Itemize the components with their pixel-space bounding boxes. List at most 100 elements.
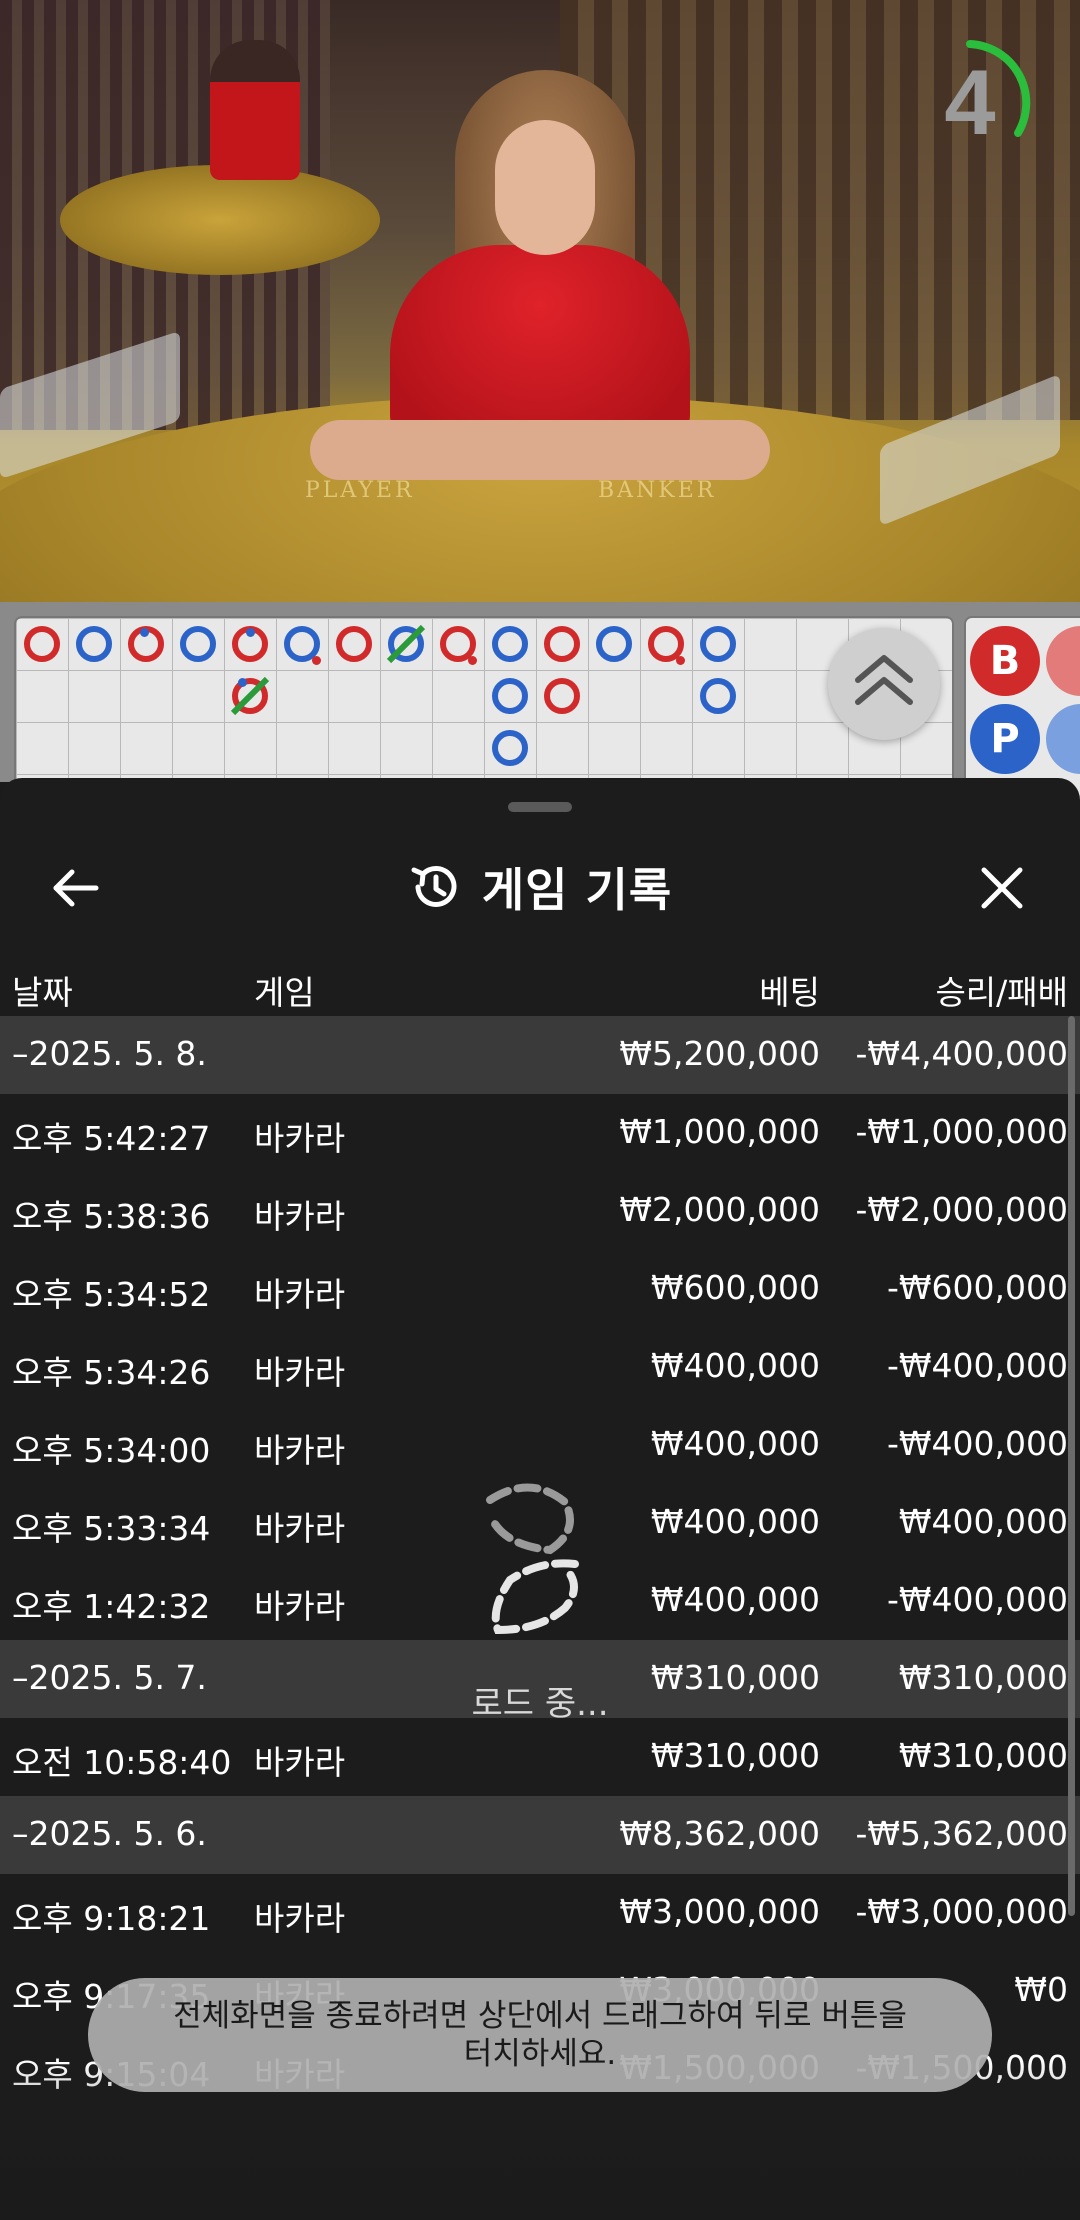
row-game: 바카라 bbox=[254, 1899, 346, 1938]
table-label-banker: BANKER bbox=[598, 478, 717, 503]
row-bet: ₩310,000 bbox=[650, 1736, 820, 1775]
row-result: -₩2,000,000 bbox=[855, 1190, 1069, 1229]
row-time: 오후 1:42:32 bbox=[12, 1587, 211, 1626]
row-result: -₩400,000 bbox=[886, 1580, 1068, 1619]
row-bet: ₩3,000,000 bbox=[619, 1892, 820, 1931]
dealer-body bbox=[390, 245, 690, 445]
road-player-mark bbox=[180, 626, 216, 662]
road-banker-mark bbox=[336, 626, 372, 662]
row-time: 오후 5:34:52 bbox=[12, 1275, 211, 1314]
live-video-stream: PLAYER BANKER 4 bbox=[0, 0, 1080, 602]
road-player-mark bbox=[76, 626, 112, 662]
row-bet: ₩310,000 bbox=[650, 1658, 820, 1697]
row-result: ₩310,000 bbox=[898, 1658, 1068, 1697]
row-result: -₩400,000 bbox=[886, 1424, 1068, 1463]
table-header: 날짜 게임 베팅 승리/패배 bbox=[0, 952, 1080, 1020]
row-result: -₩400,000 bbox=[886, 1346, 1068, 1385]
background-table bbox=[60, 165, 380, 275]
toast-line-1: 전체화면을 종료하려면 상단에서 드래그하여 뒤로 버튼을 bbox=[173, 1998, 907, 2034]
pair-dot bbox=[238, 678, 247, 687]
row-bet: ₩1,000,000 bbox=[619, 1112, 820, 1151]
row-result: -₩1,000,000 bbox=[855, 1112, 1069, 1151]
road-banker-mark bbox=[544, 626, 580, 662]
player-badge: P bbox=[970, 704, 1040, 774]
player-badge-faded bbox=[1046, 704, 1080, 774]
row-time: 오후 5:34:26 bbox=[12, 1353, 211, 1392]
history-row[interactable]: 오후 5:34:52 바카라 ₩600,000 -₩600,000 bbox=[0, 1250, 1080, 1328]
row-bet: ₩600,000 bbox=[650, 1268, 820, 1307]
road-player-mark bbox=[700, 678, 736, 714]
table-label-player: PLAYER bbox=[305, 478, 415, 503]
column-date: 날짜 bbox=[12, 973, 73, 1012]
pair-dot bbox=[312, 656, 321, 665]
row-game: 바카라 bbox=[254, 1275, 346, 1314]
row-bet: ₩400,000 bbox=[650, 1346, 820, 1385]
loading-spinner bbox=[470, 1480, 600, 1640]
column-bet: 베팅 bbox=[759, 973, 820, 1012]
road-player-mark bbox=[596, 626, 632, 662]
back-button[interactable] bbox=[48, 860, 104, 916]
countdown-number: 4 bbox=[944, 52, 996, 154]
pair-dot bbox=[676, 656, 685, 665]
arrow-left-icon bbox=[53, 869, 99, 907]
pair-dot bbox=[246, 628, 255, 637]
history-row[interactable]: 오후 5:38:36 바카라 ₩2,000,000 -₩2,000,000 bbox=[0, 1172, 1080, 1250]
banker-badge-faded bbox=[1046, 626, 1080, 696]
toast-line-2: 터치하세요. bbox=[463, 2036, 617, 2072]
sheet-header: 게임 기록 bbox=[0, 822, 1080, 952]
column-game: 게임 bbox=[254, 973, 315, 1012]
road-player-mark bbox=[700, 626, 736, 662]
row-result: -₩600,000 bbox=[886, 1268, 1068, 1307]
sheet-drag-handle[interactable] bbox=[508, 802, 572, 812]
road-player-mark bbox=[492, 730, 528, 766]
row-time: 오후 5:33:34 bbox=[12, 1509, 211, 1548]
close-button[interactable] bbox=[974, 860, 1030, 916]
row-game: 바카라 bbox=[254, 1509, 346, 1548]
row-bet: ₩2,000,000 bbox=[619, 1190, 820, 1229]
history-row[interactable]: 오후 5:34:26 바카라 ₩400,000 -₩400,000 bbox=[0, 1328, 1080, 1406]
column-result: 승리/패배 bbox=[935, 973, 1068, 1012]
dealer-arms bbox=[310, 420, 770, 480]
row-result: ₩0 bbox=[1014, 1970, 1068, 2009]
row-game: 바카라 bbox=[254, 1119, 346, 1158]
row-time: 오후 5:38:36 bbox=[12, 1197, 211, 1236]
spinner-icon bbox=[486, 1483, 579, 1635]
history-row[interactable]: 오전 10:58:40 바카라 ₩310,000 ₩310,000 bbox=[0, 1718, 1080, 1796]
row-game: 바카라 bbox=[254, 1587, 346, 1626]
row-time: 오후 5:42:27 bbox=[12, 1119, 211, 1158]
history-row[interactable]: 오후 9:18:21 바카라 ₩3,000,000 -₩3,000,000 bbox=[0, 1874, 1080, 1952]
date-group-row[interactable]: –2025. 5. 8. ₩5,200,000 -₩4,400,000 bbox=[0, 1016, 1080, 1094]
row-bet: ₩400,000 bbox=[650, 1424, 820, 1463]
banker-badge: B bbox=[970, 626, 1040, 696]
road-player-mark bbox=[492, 626, 528, 662]
date-group-label: –2025. 5. 6. bbox=[12, 1814, 207, 1853]
row-bet: ₩5,200,000 bbox=[619, 1034, 820, 1073]
history-row[interactable]: 오후 5:42:27 바카라 ₩1,000,000 -₩1,000,000 bbox=[0, 1094, 1080, 1172]
row-game: 바카라 bbox=[254, 1197, 346, 1236]
date-group-label: –2025. 5. 7. bbox=[12, 1658, 207, 1697]
row-game: 바카라 bbox=[254, 1743, 346, 1782]
row-result: ₩310,000 bbox=[898, 1736, 1068, 1775]
row-time: 오후 5:34:00 bbox=[12, 1431, 211, 1470]
pair-dot bbox=[468, 656, 477, 665]
dealer-face bbox=[495, 120, 595, 255]
history-row[interactable]: 오후 5:34:00 바카라 ₩400,000 -₩400,000 bbox=[0, 1406, 1080, 1484]
road-player-mark bbox=[492, 678, 528, 714]
row-time: 오전 10:58:40 bbox=[12, 1743, 232, 1782]
loading-text: 로드 중... bbox=[471, 1684, 609, 1724]
history-icon bbox=[411, 865, 457, 907]
scrollbar[interactable] bbox=[1068, 1016, 1075, 1916]
background-dealer bbox=[210, 40, 300, 180]
title-group: 게임 기록 bbox=[0, 822, 1080, 952]
expand-roadmap-button[interactable] bbox=[828, 628, 940, 740]
row-result: -₩3,000,000 bbox=[855, 1892, 1069, 1931]
row-time: 오후 9:18:21 bbox=[12, 1899, 211, 1938]
double-chevron-up-icon bbox=[855, 655, 913, 705]
fullscreen-toast: 전체화면을 종료하려면 상단에서 드래그하여 뒤로 버튼을 터치하세요. bbox=[88, 1978, 992, 2092]
date-group-row[interactable]: –2025. 5. 6. ₩8,362,000 -₩5,362,000 bbox=[0, 1796, 1080, 1874]
row-bet: ₩8,362,000 bbox=[619, 1814, 820, 1853]
row-game: 바카라 bbox=[254, 1353, 346, 1392]
page-title: 게임 기록 bbox=[481, 863, 673, 917]
road-banker-mark bbox=[544, 678, 580, 714]
pair-dot bbox=[140, 628, 149, 637]
